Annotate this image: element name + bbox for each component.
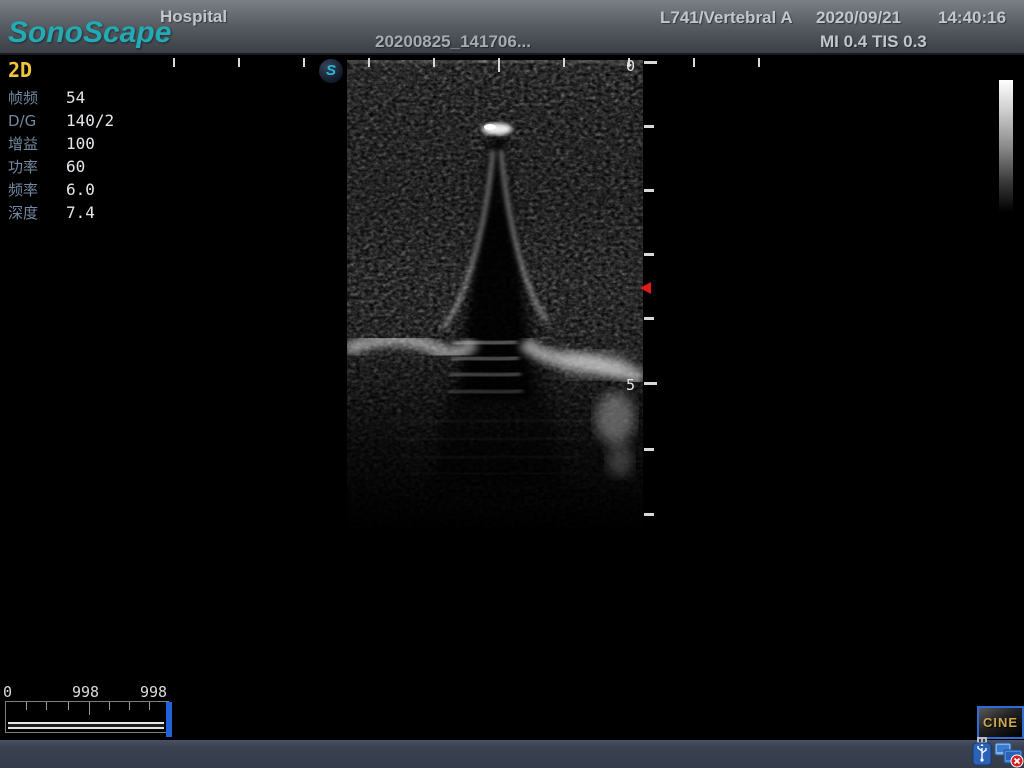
exam-date: 2020/09/21	[816, 8, 901, 28]
depth-ruler-tick	[644, 448, 654, 451]
width-ruler-tick	[758, 58, 760, 67]
param-value: 60	[66, 157, 85, 176]
mode-label: 2D	[8, 58, 114, 82]
cine-tick	[109, 702, 110, 710]
probe-preset: L741/Vertebral A	[660, 8, 793, 28]
param-label: D/G	[8, 112, 66, 130]
depth-ruler-tick	[644, 189, 654, 192]
width-ruler-tick	[433, 58, 435, 67]
cine-tick	[149, 702, 150, 710]
cine-scrollbar[interactable]	[5, 701, 169, 733]
cine-start-frame: 0	[3, 683, 12, 701]
param-value: 100	[66, 134, 95, 153]
cine-total-frames: 998	[140, 683, 167, 701]
depth-ruler-tick	[644, 125, 654, 128]
depth-ruler-tick	[644, 382, 657, 385]
depth-ruler-tick	[644, 61, 657, 64]
orientation-mark-icon: S	[319, 59, 343, 83]
clock: 14:40:16	[938, 8, 1006, 28]
hospital-name: Hospital	[160, 7, 227, 27]
header-bar: SonoScape Hospital L741/Vertebral A 2020…	[0, 0, 1024, 55]
status-taskbar	[0, 740, 1024, 768]
cine-tick	[68, 702, 69, 710]
acoustic-indices: MI 0.4 TIS 0.3	[820, 32, 927, 52]
param-label: 频率	[8, 179, 66, 200]
param-value: 7.4	[66, 203, 95, 222]
param-row-frequency: 频率 6.0	[8, 178, 114, 201]
ultrasound-image	[347, 60, 643, 540]
depth-ruler-five-label: 5	[626, 376, 635, 394]
cine-tick	[46, 702, 47, 710]
param-value: 54	[66, 88, 85, 107]
cine-button[interactable]: CINE	[977, 706, 1024, 739]
param-row-power: 功率 60	[8, 155, 114, 178]
width-ruler-center-tick	[498, 58, 500, 72]
depth-ruler-tick	[644, 317, 654, 320]
cine-position-thumb[interactable]	[166, 702, 172, 737]
cine-tick	[26, 702, 27, 710]
width-ruler-tick	[368, 58, 370, 67]
usb-device-icon[interactable]	[971, 737, 993, 767]
parameter-panel: 2D 帧频 54 D/G 140/2 增益 100 功率 60 频率 6.0 深…	[8, 58, 114, 224]
width-ruler-tick	[303, 58, 305, 67]
focus-position-marker[interactable]	[640, 282, 651, 294]
param-label: 增益	[8, 133, 66, 154]
width-ruler-tick	[563, 58, 565, 67]
cine-track[interactable]	[8, 722, 164, 729]
cine-center-tick	[89, 702, 90, 715]
param-label: 帧频	[8, 87, 66, 108]
ultrasound-screen: SonoScape Hospital L741/Vertebral A 2020…	[0, 0, 1024, 768]
param-label: 深度	[8, 202, 66, 223]
depth-ruler-tick	[644, 253, 654, 256]
param-value: 6.0	[66, 180, 95, 199]
exam-id: 20200825_141706...	[375, 32, 531, 52]
param-value: 140/2	[66, 111, 114, 130]
brand-logo: SonoScape	[8, 16, 171, 50]
depth-ruler-zero-label: 0	[626, 57, 635, 75]
grayscale-bar	[999, 80, 1013, 212]
width-ruler-tick	[173, 58, 175, 67]
width-ruler-tick	[693, 58, 695, 67]
depth-ruler-tick	[644, 513, 654, 516]
param-row-depth: 深度 7.4	[8, 201, 114, 224]
param-label: 功率	[8, 156, 66, 177]
network-disconnected-icon[interactable]	[994, 742, 1024, 768]
param-row-gain: 增益 100	[8, 132, 114, 155]
cine-tick	[129, 702, 130, 710]
param-row-framerate: 帧频 54	[8, 86, 114, 109]
width-ruler-tick	[238, 58, 240, 67]
cine-current-frame: 998	[72, 683, 99, 701]
param-row-dg: D/G 140/2	[8, 109, 114, 132]
